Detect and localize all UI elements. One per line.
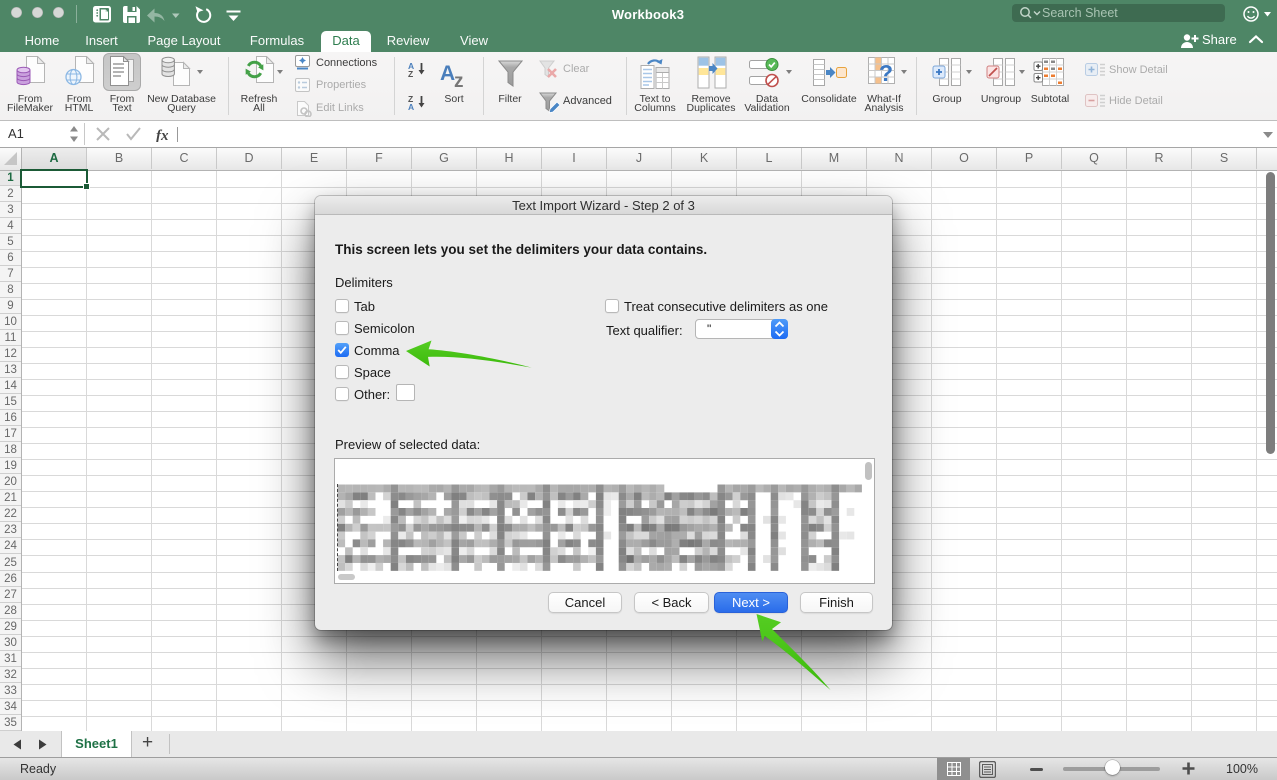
svg-text:A: A	[408, 102, 414, 110]
svg-text:Z: Z	[408, 69, 413, 77]
svg-text:z: z	[454, 71, 464, 89]
svg-text:?: ?	[879, 60, 893, 86]
svg-text:fx: fx	[156, 128, 169, 142]
svg-text:A: A	[440, 62, 455, 85]
